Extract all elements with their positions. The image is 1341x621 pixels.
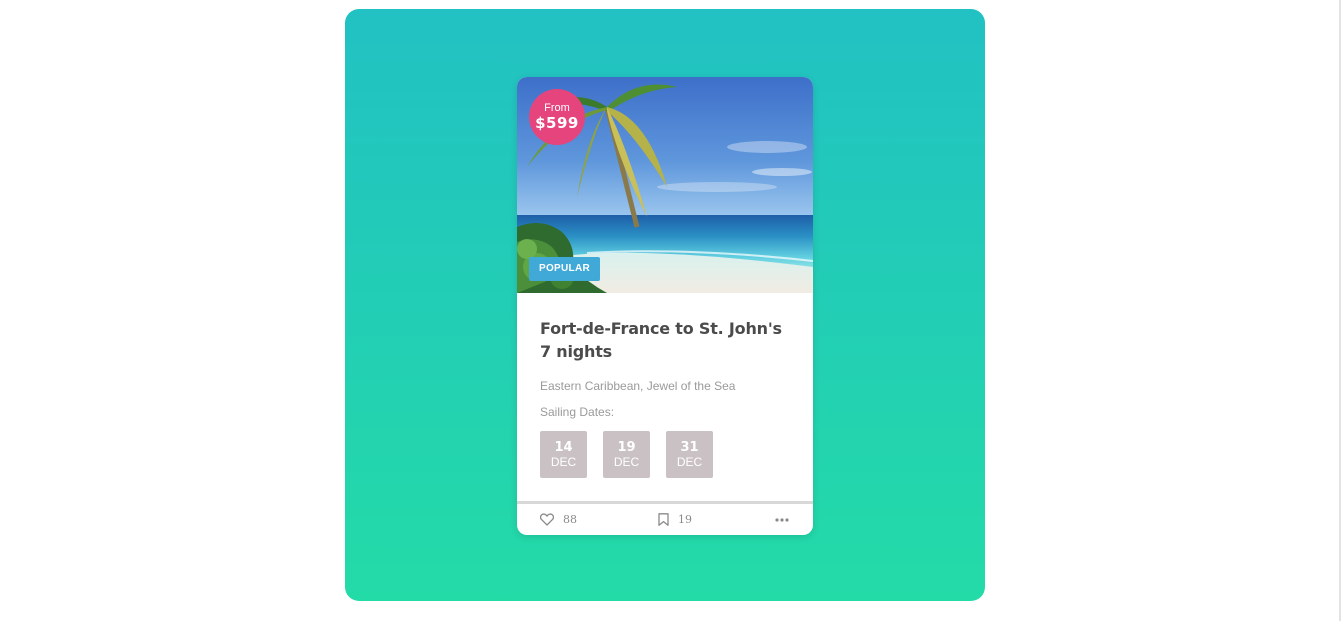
- date-month: DEC: [676, 455, 703, 469]
- card-body: Fort-de-France to St. John's 7 nights Ea…: [517, 293, 813, 501]
- card-footer: 88 19: [517, 504, 813, 535]
- sailing-dates-label: Sailing Dates:: [540, 405, 615, 419]
- date-day: 14: [554, 440, 573, 455]
- card-subtitle: Eastern Caribbean, Jewel of the Sea: [540, 379, 736, 393]
- gradient-background-panel: From $599 POPULAR Fort-de-France to St. …: [345, 9, 985, 601]
- bookmark-count: 19: [678, 513, 692, 526]
- like-count: 88: [563, 513, 577, 526]
- date-day: 19: [617, 440, 636, 455]
- bookmark-icon: [658, 513, 669, 526]
- popular-tag[interactable]: POPULAR: [529, 257, 600, 281]
- date-day: 31: [680, 440, 699, 455]
- like-button[interactable]: 88: [540, 504, 577, 535]
- cruise-card[interactable]: From $599 POPULAR Fort-de-France to St. …: [517, 77, 813, 535]
- card-title[interactable]: Fort-de-France to St. John's 7 nights: [540, 317, 785, 363]
- card-image: From $599 POPULAR: [517, 77, 813, 293]
- price-badge[interactable]: From $599: [529, 89, 585, 145]
- more-options-button[interactable]: [775, 504, 789, 535]
- bookmark-button[interactable]: 19: [658, 504, 692, 535]
- sailing-dates: 14 DEC 19 DEC 31 DEC: [540, 431, 790, 478]
- date-option[interactable]: 14 DEC: [540, 431, 587, 478]
- date-option[interactable]: 31 DEC: [666, 431, 713, 478]
- price-from-label: From: [544, 102, 570, 114]
- more-dots-icon: [775, 517, 789, 522]
- price-amount: $599: [535, 114, 579, 132]
- heart-icon: [540, 513, 554, 526]
- date-month: DEC: [613, 455, 640, 469]
- date-option[interactable]: 19 DEC: [603, 431, 650, 478]
- date-month: DEC: [550, 455, 577, 469]
